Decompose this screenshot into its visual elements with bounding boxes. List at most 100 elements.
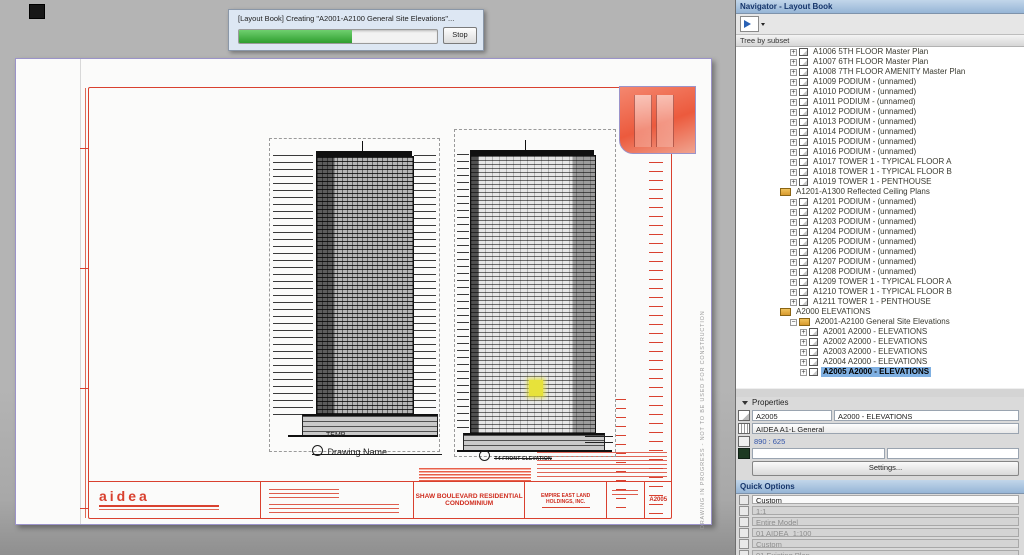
expand-icon[interactable]: + bbox=[790, 59, 797, 66]
tree-by-subset-header[interactable]: Tree by subset bbox=[736, 35, 1024, 47]
quick-option-field[interactable]: Custom bbox=[752, 495, 1019, 504]
tree-item[interactable]: A1201-A1300 Reflected Ceiling Plans bbox=[736, 187, 1024, 197]
tree-item[interactable]: +A1207 PODIUM - (unnamed) bbox=[736, 257, 1024, 267]
selection-highlight bbox=[529, 380, 543, 396]
expand-icon[interactable]: + bbox=[790, 99, 797, 106]
tree-item[interactable]: +A1017 TOWER 1 - TYPICAL FLOOR A bbox=[736, 157, 1024, 167]
progress-fill bbox=[239, 30, 352, 43]
layout-book-tree[interactable]: +A1006 5TH FLOOR Master Plan+A1007 6TH F… bbox=[736, 47, 1024, 388]
tree-item[interactable]: +A1012 PODIUM - (unnamed) bbox=[736, 107, 1024, 117]
layout-id-field[interactable]: A2005 bbox=[752, 410, 832, 421]
tree-item-label: A1206 PODIUM - (unnamed) bbox=[811, 247, 918, 257]
pen-field-1[interactable] bbox=[752, 448, 885, 459]
expand-icon[interactable]: + bbox=[790, 89, 797, 96]
drawing-title-left[interactable]: Drawing Name bbox=[312, 442, 387, 460]
navigator-title-bar[interactable]: Navigator - Layout Book bbox=[736, 0, 1024, 14]
layout-workspace[interactable]: aidea SHAW BOULEVARD RESIDENTIAL CONDOMI… bbox=[0, 0, 735, 555]
tree-item-label: A1203 PODIUM - (unnamed) bbox=[811, 217, 918, 227]
project-title-cell: SHAW BOULEVARD RESIDENTIAL CONDOMINIUM bbox=[414, 482, 525, 518]
tree-item[interactable]: +A1211 TOWER 1 - PENTHOUSE bbox=[736, 297, 1024, 307]
expand-icon[interactable]: + bbox=[790, 49, 797, 56]
tree-item[interactable]: A2000 ELEVATIONS bbox=[736, 307, 1024, 317]
tree-item[interactable]: +A1204 PODIUM - (unnamed) bbox=[736, 227, 1024, 237]
tree-item[interactable]: +A1010 PODIUM - (unnamed) bbox=[736, 87, 1024, 97]
expand-icon[interactable]: + bbox=[790, 259, 797, 266]
tree-item[interactable]: + A1206 PODIUM - (unnamed) bbox=[736, 247, 1024, 257]
expand-icon[interactable]: + bbox=[790, 179, 797, 186]
expand-icon[interactable]: + bbox=[790, 149, 797, 156]
tree-item[interactable]: +A1209 TOWER 1 - TYPICAL FLOOR A bbox=[736, 277, 1024, 287]
expand-icon[interactable]: + bbox=[790, 219, 797, 226]
expand-icon[interactable]: + bbox=[790, 279, 797, 286]
expand-icon[interactable]: + bbox=[790, 109, 797, 116]
dimension-style-icon bbox=[739, 539, 749, 549]
tree-item[interactable]: +A1205 PODIUM - (unnamed) bbox=[736, 237, 1024, 247]
expand-icon[interactable]: + bbox=[790, 69, 797, 76]
tree-item[interactable]: +A1201 PODIUM - (unnamed) bbox=[736, 197, 1024, 207]
tree-item[interactable]: + A1203 PODIUM - (unnamed) bbox=[736, 217, 1024, 227]
ground-line bbox=[288, 435, 438, 437]
expand-icon[interactable]: + bbox=[790, 289, 797, 296]
expand-icon[interactable]: + bbox=[790, 129, 797, 136]
collapse-icon[interactable]: − bbox=[790, 319, 797, 326]
tree-item[interactable]: +A2001 A2000 - ELEVATIONS bbox=[736, 327, 1024, 337]
properties-header[interactable]: Properties bbox=[736, 397, 1024, 409]
drawing-right-elevation[interactable] bbox=[454, 129, 616, 457]
tree-item-label: A1210 TOWER 1 - TYPICAL FLOOR B bbox=[811, 287, 954, 297]
renovation-filter-icon bbox=[739, 550, 749, 555]
tree-item[interactable]: +A2005 A2000 - ELEVATIONS bbox=[736, 367, 1024, 377]
quick-options-title-bar[interactable]: Quick Options bbox=[736, 480, 1024, 494]
expand-icon[interactable]: + bbox=[790, 119, 797, 126]
tree-item[interactable]: +A1016 PODIUM - (unnamed) bbox=[736, 147, 1024, 157]
expand-icon[interactable]: + bbox=[800, 359, 807, 366]
layout-icon bbox=[799, 128, 808, 136]
expand-icon[interactable]: + bbox=[790, 79, 797, 86]
expand-icon[interactable]: + bbox=[790, 139, 797, 146]
expand-icon[interactable]: + bbox=[800, 369, 807, 376]
tree-item[interactable]: +A1015 PODIUM - (unnamed) bbox=[736, 137, 1024, 147]
tree-item[interactable]: +A1013 PODIUM - (unnamed) bbox=[736, 117, 1024, 127]
tree-item[interactable]: +A2004 A2000 - ELEVATIONS bbox=[736, 357, 1024, 367]
drawing-title-right[interactable]: T4 FRONT ELEVATION bbox=[479, 447, 552, 465]
tree-item[interactable]: +A1011 PODIUM - (unnamed) bbox=[736, 97, 1024, 107]
expand-icon[interactable]: + bbox=[800, 339, 807, 346]
expand-icon[interactable]: + bbox=[790, 159, 797, 166]
tree-item[interactable]: +A1019 TOWER 1 - PENTHOUSE bbox=[736, 177, 1024, 187]
expand-icon[interactable]: + bbox=[790, 299, 797, 306]
tree-item[interactable]: +A1006 5TH FLOOR Master Plan bbox=[736, 47, 1024, 57]
expand-icon[interactable]: + bbox=[790, 269, 797, 276]
expand-icon[interactable]: + bbox=[790, 229, 797, 236]
settings-button[interactable]: Settings... bbox=[752, 461, 1019, 476]
tree-item[interactable]: +A1009 PODIUM - (unnamed) bbox=[736, 77, 1024, 87]
tree-item[interactable]: +A1018 TOWER 1 - TYPICAL FLOOR B bbox=[736, 167, 1024, 177]
layout-sheet[interactable]: aidea SHAW BOULEVARD RESIDENTIAL CONDOMI… bbox=[15, 58, 712, 525]
expand-icon[interactable]: + bbox=[790, 249, 797, 256]
expand-icon[interactable]: + bbox=[800, 329, 807, 336]
canopy-line bbox=[585, 442, 613, 443]
tree-item[interactable]: +A1007 6TH FLOOR Master Plan bbox=[736, 57, 1024, 67]
chevron-down-icon[interactable] bbox=[761, 23, 765, 26]
render-thumbnail[interactable] bbox=[619, 86, 696, 154]
master-layout-dropdown[interactable]: AIDEA A1-L General bbox=[752, 423, 1019, 434]
project-chooser-icon[interactable] bbox=[740, 16, 759, 32]
tree-item[interactable]: +A1008 7TH FLOOR AMENITY Master Plan bbox=[736, 67, 1024, 77]
toolbar-icon[interactable] bbox=[29, 4, 45, 19]
drawing-title-rule bbox=[494, 458, 552, 459]
tree-item[interactable]: −A2001-A2100 General Site Elevations bbox=[736, 317, 1024, 327]
expand-icon[interactable]: + bbox=[800, 349, 807, 356]
tree-item[interactable]: + A1210 TOWER 1 - TYPICAL FLOOR B bbox=[736, 287, 1024, 297]
expand-icon[interactable]: + bbox=[790, 169, 797, 176]
layout-name-field[interactable]: A2000 - ELEVATIONS bbox=[834, 410, 1019, 421]
drawing-left-elevation[interactable] bbox=[269, 138, 440, 452]
expand-icon[interactable]: + bbox=[790, 239, 797, 246]
pen-field-2[interactable] bbox=[887, 448, 1020, 459]
tree-item[interactable]: +A1014 PODIUM - (unnamed) bbox=[736, 127, 1024, 137]
expand-icon[interactable]: + bbox=[790, 209, 797, 216]
stop-button[interactable]: Stop bbox=[443, 27, 477, 44]
panel-resize-handle[interactable] bbox=[736, 388, 1024, 397]
tree-item[interactable]: +A1208 PODIUM - (unnamed) bbox=[736, 267, 1024, 277]
tree-item[interactable]: +A1202 PODIUM - (unnamed) bbox=[736, 207, 1024, 217]
tree-item[interactable]: +A2003 A2000 - ELEVATIONS bbox=[736, 347, 1024, 357]
expand-icon[interactable]: + bbox=[790, 199, 797, 206]
tree-item[interactable]: +A2002 A2000 - ELEVATIONS bbox=[736, 337, 1024, 347]
